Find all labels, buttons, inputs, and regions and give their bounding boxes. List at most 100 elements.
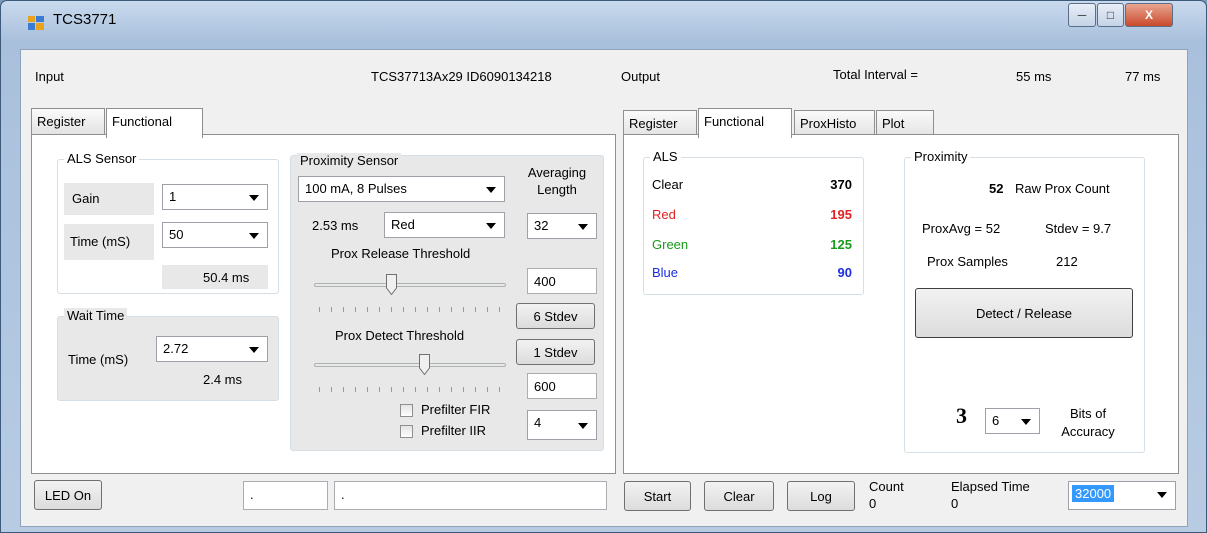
chevron-down-icon [249, 195, 259, 201]
red-value: 195 [830, 207, 852, 222]
proximity-output-title: Proximity [911, 149, 971, 164]
window-title: TCS3771 [53, 11, 117, 28]
als-time-label: Time (mS) [70, 234, 131, 249]
wait-time-readout: 2.4 ms [203, 372, 243, 387]
close-icon: X [1144, 8, 1153, 22]
release-slider-ticks [319, 307, 501, 312]
status-field-1[interactable]: . [243, 481, 328, 510]
wait-time-title: Wait Time [64, 308, 128, 323]
maximize-button[interactable]: □ [1097, 3, 1124, 27]
wait-time-group: Wait Time Time (mS) 2.72 2.4 ms [57, 308, 279, 401]
release-slider-thumb[interactable] [386, 274, 398, 295]
elapsed-time-value: 0 [951, 496, 959, 511]
chevron-down-icon [1021, 419, 1031, 425]
chevron-down-icon [486, 187, 496, 193]
blue-value: 90 [837, 265, 852, 280]
prefilter-fir-checkbox[interactable] [400, 404, 413, 417]
output-label: Output [621, 69, 661, 84]
chevron-down-icon [1157, 492, 1167, 498]
release-slider-track[interactable] [314, 283, 506, 287]
release-threshold-input[interactable]: 400 [527, 268, 597, 294]
detect-slider-thumb[interactable] [418, 354, 430, 375]
tab-input-functional[interactable]: Functional [106, 108, 203, 138]
clear-label: Clear [652, 177, 684, 192]
averaging-value: 32 [534, 218, 549, 233]
close-button[interactable]: X [1125, 3, 1173, 27]
device-id: TCS37713Ax29 ID6090134218 [371, 69, 552, 84]
als-sensor-group: ALS Sensor Gain 1 Time (mS) 50 50.4 ms [57, 151, 279, 294]
app-window: TCS3771 ─ □ X Input TCS37713Ax29 ID60901… [0, 0, 1207, 533]
led-on-button[interactable]: LED On [34, 480, 102, 510]
prox-stdev: Stdev = 9.7 [1045, 221, 1112, 236]
raw-prox-count: 52 [989, 181, 1004, 196]
prox-channel-select[interactable]: Red [384, 212, 505, 238]
averaging-label-1: Averaging [527, 165, 587, 180]
green-label: Green [652, 237, 689, 252]
detect-release-button[interactable]: Detect / Release [915, 288, 1133, 338]
prefilter-iir-checkbox[interactable] [400, 425, 413, 438]
total-interval-label: Total Interval = [833, 67, 918, 82]
gain-label: Gain [72, 191, 100, 206]
raw-prox-count-label: Raw Prox Count [1015, 181, 1110, 196]
release-stdev-button[interactable]: 6 Stdev [516, 303, 595, 329]
als-time-select[interactable]: 50 [162, 222, 268, 248]
prefilter-iir-label: Prefilter IIR [421, 423, 487, 438]
start-button[interactable]: Start [624, 481, 691, 511]
prox-drive-value: 100 mA, 8 Pulses [305, 181, 407, 196]
elapsed-time-select[interactable]: 32000 [1068, 481, 1176, 510]
client-area: Input TCS37713Ax29 ID6090134218 Register… [20, 49, 1188, 527]
tab-output-register[interactable]: Register [623, 110, 697, 136]
detect-slider-track[interactable] [314, 363, 506, 367]
detect-slider-ticks [319, 387, 501, 392]
als-time-readout: 50.4 ms [203, 270, 250, 285]
clear-value: 370 [830, 177, 852, 192]
als-output-group: ALS Clear 370 Red 195 Green 125 Blue 90 [643, 149, 864, 295]
averaging-label-2: Length [537, 182, 577, 197]
chevron-down-icon [578, 423, 588, 429]
green-value: 125 [830, 237, 852, 252]
output-panel: ALS Clear 370 Red 195 Green 125 Blue 90 … [623, 134, 1179, 474]
count-value: 0 [869, 496, 877, 511]
prox-samples-value: 212 [1056, 254, 1078, 269]
accuracy-select-value: 6 [992, 413, 1000, 428]
detect-threshold-input[interactable]: 600 [527, 373, 597, 399]
status-field-2[interactable]: . [334, 481, 607, 510]
prefilter-select[interactable]: 4 [527, 410, 597, 440]
wait-time-select[interactable]: 2.72 [156, 336, 268, 362]
tab-input-register[interactable]: Register [31, 108, 105, 134]
blue-label: Blue [652, 265, 679, 280]
prefilter-value: 4 [534, 415, 542, 430]
app-icon [28, 16, 44, 30]
prox-pulse-time: 2.53 ms [312, 218, 359, 233]
prox-channel-value: Red [391, 217, 415, 232]
gain-select[interactable]: 1 [162, 184, 268, 210]
tab-output-plot[interactable]: Plot [876, 110, 934, 136]
release-threshold-label: Prox Release Threshold [331, 246, 471, 261]
interval-2: 77 ms [1125, 69, 1161, 84]
chevron-down-icon [249, 233, 259, 239]
input-panel: ALS Sensor Gain 1 Time (mS) 50 50.4 ms W… [31, 134, 616, 474]
minimize-icon: ─ [1077, 8, 1087, 22]
input-label: Input [35, 69, 64, 84]
prox-avg: ProxAvg = 52 [922, 221, 1001, 236]
detect-stdev-button[interactable]: 1 Stdev [516, 339, 595, 365]
elapsed-time-select-value: 32000 [1072, 485, 1115, 502]
interval-1: 55 ms [1016, 69, 1052, 84]
elapsed-time-label: Elapsed Time [951, 479, 1030, 494]
chevron-down-icon [249, 347, 259, 353]
tab-output-functional[interactable]: Functional [698, 108, 792, 138]
gain-value: 1 [169, 189, 177, 204]
clear-button[interactable]: Clear [704, 481, 774, 511]
accuracy-select[interactable]: 6 [985, 408, 1040, 434]
tab-output-proxhisto[interactable]: ProxHisto [794, 110, 875, 136]
prefilter-fir-label: Prefilter FIR [421, 402, 491, 417]
log-button[interactable]: Log [787, 481, 855, 511]
chevron-down-icon [578, 224, 588, 230]
proximity-sensor-group: Proximity Sensor 100 mA, 8 Pulses 2.53 m… [290, 153, 604, 451]
averaging-select[interactable]: 32 [527, 213, 597, 239]
prox-samples-label: Prox Samples [927, 254, 1008, 269]
maximize-icon: □ [1106, 8, 1115, 22]
prox-drive-select[interactable]: 100 mA, 8 Pulses [298, 176, 505, 202]
minimize-button[interactable]: ─ [1068, 3, 1096, 27]
als-time-value: 50 [169, 227, 184, 242]
